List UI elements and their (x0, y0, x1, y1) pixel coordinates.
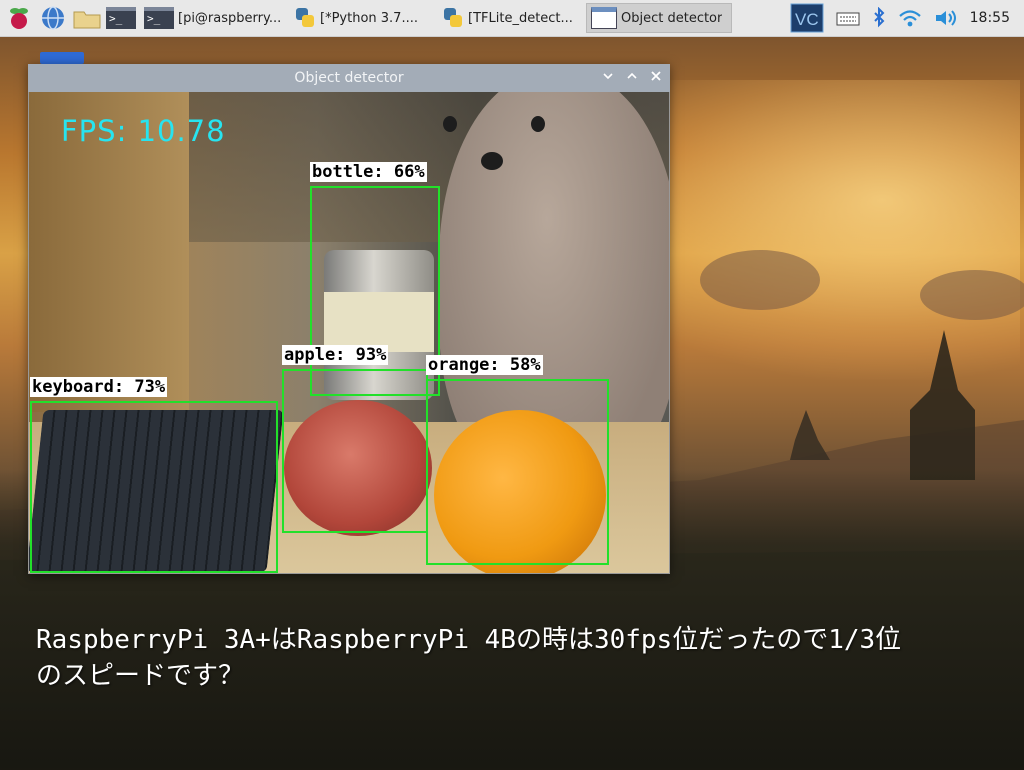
terminal-icon: >_ (144, 7, 174, 29)
task-terminal[interactable]: >_ [pi@raspberry... (140, 3, 286, 33)
task-label: Object detector (621, 10, 723, 26)
bluetooth-tray-button[interactable] (872, 7, 886, 29)
vnc-tray-button[interactable]: VC (790, 3, 824, 33)
scene-bear-eye (443, 116, 457, 132)
folder-icon (73, 11, 101, 29)
detection-box-apple (282, 369, 428, 533)
minimize-button[interactable] (600, 70, 616, 86)
terminal-launcher[interactable]: >_ (106, 3, 136, 33)
task-label: [*Python 3.7.... (320, 10, 418, 26)
detection-box-keyboard (30, 401, 278, 573)
close-icon (651, 71, 661, 81)
scene-bear-eye (531, 116, 545, 132)
scene-bear-nose (481, 152, 503, 170)
detection-box-orange (426, 379, 609, 565)
volume-tray-button[interactable] (934, 8, 958, 28)
chevron-down-icon (603, 73, 613, 80)
task-tflite-script[interactable]: [TFLite_detect... (438, 3, 582, 33)
python-icon (442, 7, 464, 29)
close-button[interactable] (648, 70, 664, 86)
globe-icon (42, 6, 64, 30)
video-caption: RaspberryPi 3A+はRaspberryPi 4Bの時は30fps位だ… (36, 622, 996, 694)
detection-label-bottle: bottle: 66% (310, 162, 427, 182)
system-tray: VC 18:55 (790, 0, 1024, 36)
task-label: [TFLite_detect... (468, 10, 573, 26)
taskbar: >_ >_ [pi@raspberry... [*Python 3.7.... … (0, 0, 1024, 37)
clock[interactable]: 18:55 (970, 10, 1010, 26)
chevron-up-icon (627, 72, 637, 79)
object-detector-window: Object detector FPS: 10.78 bottle: 66% a… (28, 64, 670, 574)
keyboard-tray-button[interactable] (836, 9, 860, 27)
camera-frame: FPS: 10.78 bottle: 66% apple: 93% orange… (29, 92, 669, 573)
caption-line: RaspberryPi 3A+はRaspberryPi 4Bの時は30fps位だ… (36, 625, 902, 655)
python-icon (294, 7, 316, 29)
keyboard-icon (836, 12, 860, 26)
browser-launcher[interactable] (38, 3, 68, 33)
window-icon (591, 7, 617, 29)
task-python-editor[interactable]: [*Python 3.7.... (290, 3, 434, 33)
trash-desktop-icon[interactable] (40, 52, 84, 64)
detection-label-keyboard: keyboard: 73% (30, 377, 168, 397)
detection-label-orange: orange: 58% (426, 355, 543, 375)
window-titlebar[interactable]: Object detector (28, 64, 670, 92)
terminal-icon: >_ (106, 7, 136, 29)
task-object-detector[interactable]: Object detector (586, 3, 732, 33)
task-label: [pi@raspberry... (178, 10, 282, 26)
volume-icon (935, 10, 956, 26)
detection-label-apple: apple: 93% (282, 345, 389, 365)
raspberry-icon (10, 8, 28, 29)
caption-line: のスピードです？ (36, 661, 245, 691)
svg-text:VC: VC (795, 10, 819, 29)
wifi-tray-button[interactable] (898, 8, 922, 28)
fps-counter: FPS: 10.78 (61, 114, 226, 148)
maximize-button[interactable] (624, 70, 640, 86)
window-title: Object detector (294, 70, 404, 86)
wifi-icon (898, 10, 921, 27)
bluetooth-icon (873, 7, 885, 28)
raspberry-menu-button[interactable] (4, 3, 34, 33)
file-manager-launcher[interactable] (72, 3, 102, 33)
vnc-icon: VC (790, 3, 824, 33)
